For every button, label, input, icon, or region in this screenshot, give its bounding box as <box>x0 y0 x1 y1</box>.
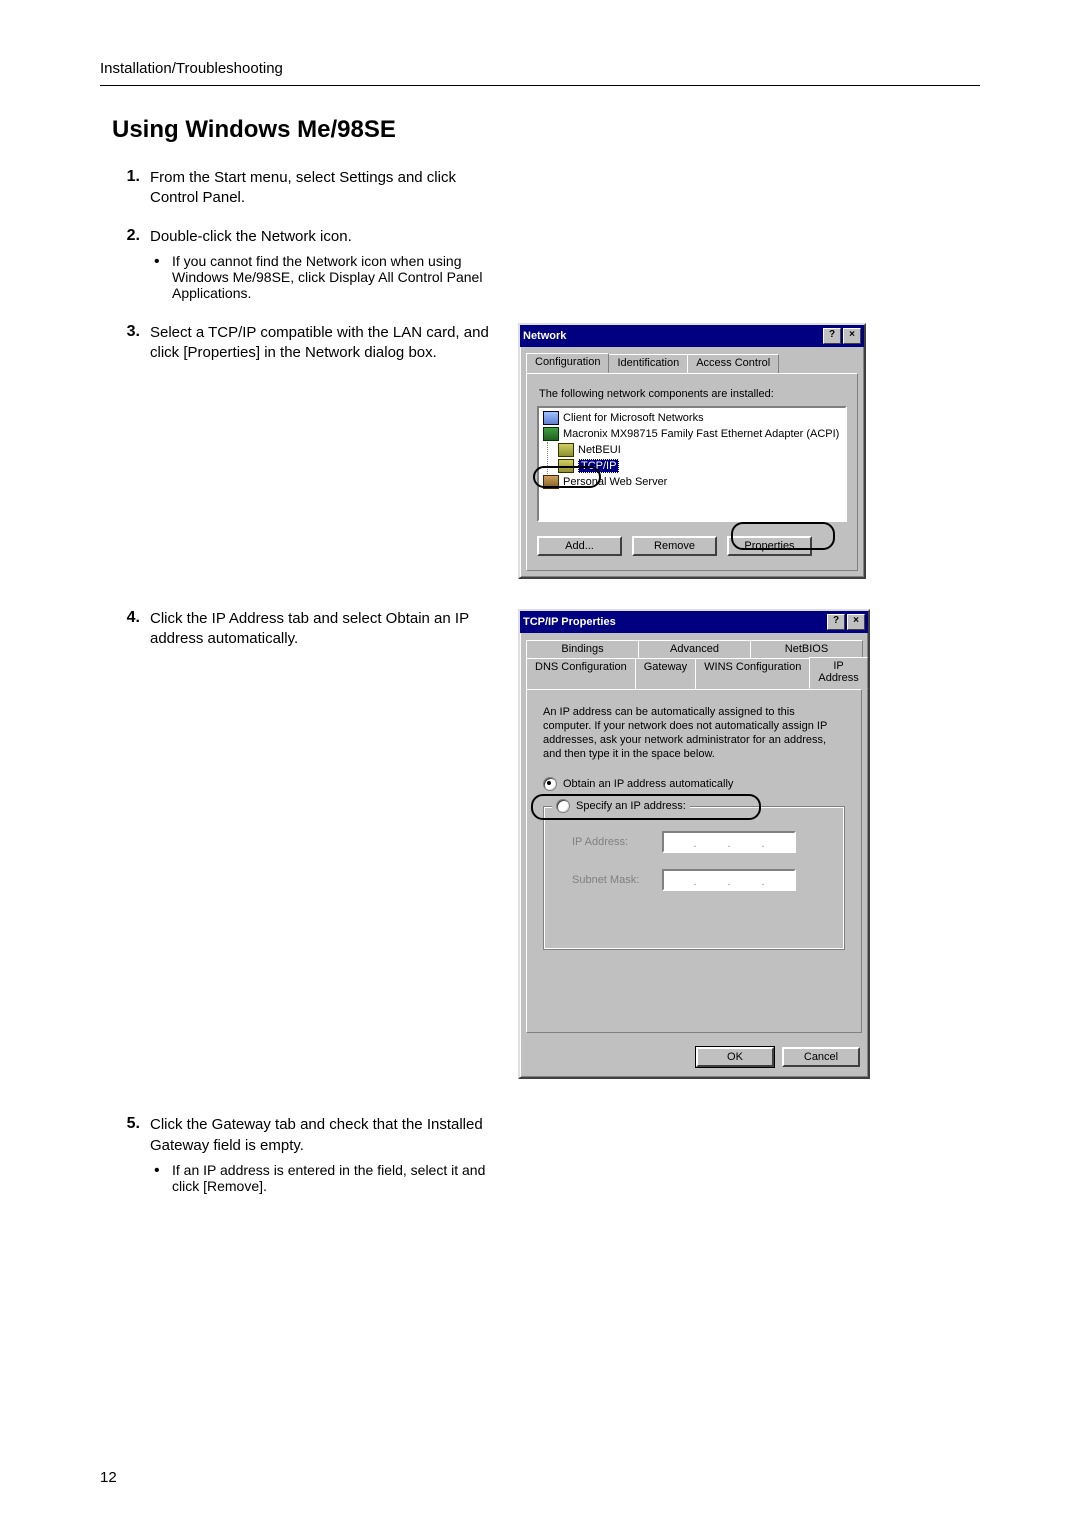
list-item-personal-web-server[interactable]: Personal Web Server <box>541 474 843 490</box>
step-text: From the Start menu, select Settings and… <box>150 168 506 209</box>
ip-address-field[interactable]: . . . <box>662 831 796 853</box>
step-text: Select a TCP/IP compatible with the LAN … <box>150 323 506 364</box>
tab-ip-address[interactable]: IP Address <box>809 657 867 689</box>
components-listbox[interactable]: Client for Microsoft Networks Macronix M… <box>537 406 847 522</box>
ip-address-label: IP Address: <box>572 836 662 848</box>
components-label: The following network components are ins… <box>539 388 845 400</box>
adapter-icon <box>543 427 559 441</box>
client-icon <box>543 411 559 425</box>
subnet-mask-field[interactable]: . . . <box>662 869 796 891</box>
tab-panel: An IP address can be automatically assig… <box>526 689 862 1033</box>
list-item-netbeui[interactable]: NetBEUI <box>556 442 843 458</box>
tab-dns-configuration[interactable]: DNS Configuration <box>526 658 636 690</box>
remove-button[interactable]: Remove <box>632 536 717 556</box>
radio-specify-ip[interactable]: Specify an IP address: <box>556 799 686 813</box>
ok-button[interactable]: OK <box>696 1047 774 1067</box>
step-2: 2. Double-click the Network icon. If you… <box>112 227 980 305</box>
properties-button[interactable]: Properties <box>727 536 812 556</box>
protocol-icon <box>558 459 574 473</box>
subnet-mask-label: Subnet Mask: <box>572 874 662 886</box>
step-number: 3. <box>112 323 140 341</box>
list-item-adapter[interactable]: Macronix MX98715 Family Fast Ethernet Ad… <box>541 426 843 442</box>
tab-panel: The following network components are ins… <box>526 373 858 571</box>
tab-strip: Configuration Identification Access Cont… <box>526 353 858 373</box>
titlebar: TCP/IP Properties ? × <box>520 611 868 633</box>
step-number: 4. <box>112 609 140 627</box>
section-title: Using Windows Me/98SE <box>112 116 980 144</box>
step-text: Double-click the Network icon. <box>150 227 506 247</box>
step-bullet: If you cannot find the Network icon when… <box>154 253 506 301</box>
step-text: Click the Gateway tab and check that the… <box>150 1115 506 1156</box>
titlebar: Network ? × <box>520 325 864 347</box>
help-button[interactable]: ? <box>823 328 841 344</box>
tab-bindings[interactable]: Bindings <box>526 640 639 659</box>
tcpip-properties-dialog: TCP/IP Properties ? × Bindings Advanced … <box>518 609 870 1079</box>
step-5: 5. Click the Gateway tab and check that … <box>112 1115 980 1198</box>
tab-identification[interactable]: Identification <box>608 354 688 374</box>
step-1: 1. From the Start menu, select Settings … <box>112 168 980 209</box>
list-item-client[interactable]: Client for Microsoft Networks <box>541 410 843 426</box>
tab-gateway[interactable]: Gateway <box>635 658 696 690</box>
list-item-tcpip[interactable]: TCP/IP <box>556 458 843 474</box>
specify-ip-groupbox: Specify an IP address: IP Address: . . . <box>543 806 845 950</box>
step-4: 4. Click the IP Address tab and select O… <box>112 609 980 1079</box>
help-button[interactable]: ? <box>827 614 845 630</box>
step-number: 1. <box>112 168 140 186</box>
service-icon <box>543 475 559 489</box>
network-dialog: Network ? × Configuration Identification… <box>518 323 866 579</box>
radio-obtain-auto[interactable]: Obtain an IP address automatically <box>543 777 733 791</box>
close-button[interactable]: × <box>843 328 861 344</box>
tab-advanced[interactable]: Advanced <box>638 640 751 659</box>
step-number: 2. <box>112 227 140 245</box>
dialog-title: TCP/IP Properties <box>523 616 616 628</box>
cancel-button[interactable]: Cancel <box>782 1047 860 1067</box>
tab-access-control[interactable]: Access Control <box>687 354 779 374</box>
tab-wins-configuration[interactable]: WINS Configuration <box>695 658 810 690</box>
step-3: 3. Select a TCP/IP compatible with the L… <box>112 323 980 579</box>
step-bullet: If an IP address is entered in the field… <box>154 1162 506 1194</box>
add-button[interactable]: Add... <box>537 536 622 556</box>
radio-icon <box>543 777 557 791</box>
radio-icon <box>556 799 570 813</box>
running-header: Installation/Troubleshooting <box>100 60 980 86</box>
tab-configuration[interactable]: Configuration <box>526 353 609 373</box>
page-number: 12 <box>100 1469 117 1486</box>
step-text: Click the IP Address tab and select Obta… <box>150 609 506 650</box>
close-button[interactable]: × <box>847 614 865 630</box>
ip-description-text: An IP address can be automatically assig… <box>543 706 845 761</box>
step-number: 5. <box>112 1115 140 1133</box>
dialog-title: Network <box>523 330 566 342</box>
protocol-icon <box>558 443 574 457</box>
